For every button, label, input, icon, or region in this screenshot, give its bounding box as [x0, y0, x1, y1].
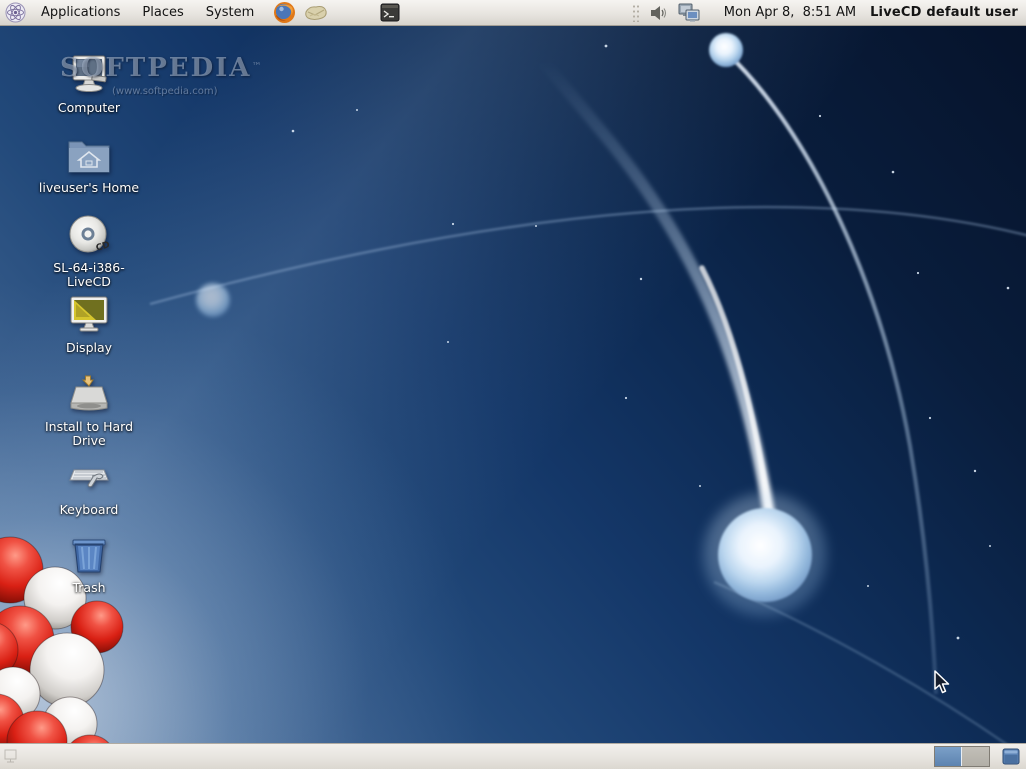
- orbit-arc-horizontal: [150, 207, 1026, 304]
- electron-large: [718, 508, 812, 602]
- desktop-icon-install[interactable]: Install to Hard Drive: [34, 373, 144, 448]
- desktop-icon-label: Install to Hard Drive: [34, 420, 144, 448]
- display-icon: [66, 294, 112, 338]
- volume-icon[interactable]: [648, 3, 668, 23]
- computer-icon: [66, 54, 112, 98]
- cd-disc-icon: CD: [66, 214, 112, 258]
- trash-icon: [66, 534, 112, 578]
- scientific-linux-logo-icon[interactable]: [5, 2, 26, 23]
- hard-drive-icon: [66, 373, 112, 417]
- menu-applications[interactable]: Applications: [30, 0, 131, 25]
- desktop-icon-home[interactable]: liveuser's Home: [34, 134, 144, 195]
- desktop-icon-label: Keyboard: [60, 503, 119, 517]
- menu-system[interactable]: System: [195, 0, 265, 25]
- electron-faint: [196, 283, 230, 317]
- screen: Applications Places System: [0, 0, 1026, 769]
- user-switcher[interactable]: LiveCD default user: [870, 5, 1018, 20]
- applet-drag-handle[interactable]: [632, 4, 640, 22]
- keyboard-icon: [66, 456, 112, 500]
- desktop-icon-display[interactable]: Display: [34, 294, 144, 355]
- desktop-icon-keyboard[interactable]: Keyboard: [34, 456, 144, 517]
- firefox-icon[interactable]: [273, 1, 296, 24]
- desktop-icon-label: Display: [66, 341, 112, 355]
- stars: [292, 45, 1010, 640]
- desktop-icon-label: liveuser's Home: [39, 181, 139, 195]
- show-desktop-icon: [4, 749, 17, 764]
- desktop-icon-trash[interactable]: Trash: [34, 534, 144, 595]
- workspace-switcher: [934, 746, 990, 767]
- desktop-icon-label: Trash: [72, 581, 105, 595]
- show-desktop-button[interactable]: [0, 745, 20, 769]
- home-folder-icon: [66, 134, 112, 178]
- desktop-icon-livecd[interactable]: CD SL-64-i386-LiveCD: [34, 214, 144, 289]
- desktop-icon-computer[interactable]: Computer: [34, 54, 144, 115]
- window-list-icon: [1002, 748, 1020, 765]
- bottom-panel: [0, 743, 1026, 769]
- mail-launcher-icon[interactable]: [304, 3, 328, 23]
- workspace-2-button[interactable]: [962, 747, 989, 766]
- wallpaper: [0, 26, 1026, 743]
- electron-trail: [544, 62, 772, 531]
- desktop[interactable]: SOFTPEDIA™ (www.softpedia.com) Computer: [0, 26, 1026, 743]
- terminal-icon[interactable]: [380, 3, 400, 22]
- network-icon[interactable]: [676, 2, 702, 23]
- menu-places[interactable]: Places: [131, 0, 194, 25]
- window-list-applet[interactable]: [1002, 748, 1020, 765]
- desktop-icon-label: Computer: [58, 101, 120, 115]
- top-panel: Applications Places System: [0, 0, 1026, 26]
- clock[interactable]: Mon Apr 8, 8:51 AM: [724, 5, 856, 20]
- electron-small: [709, 33, 743, 67]
- workspace-1-button[interactable]: [935, 747, 962, 766]
- desktop-icon-label: SL-64-i386-LiveCD: [34, 261, 144, 289]
